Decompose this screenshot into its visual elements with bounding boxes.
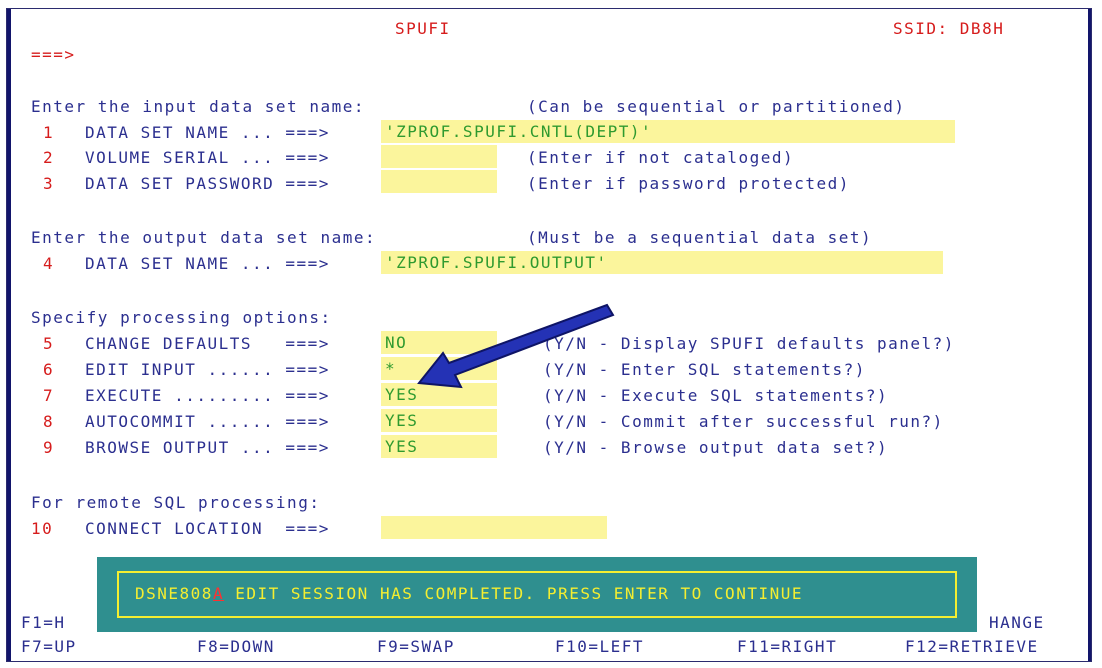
input-hint: (Can be sequential or partitioned) — [527, 97, 906, 116]
field-label-8: AUTOCOMMIT ...... ===> — [85, 412, 330, 431]
ssid-label: SSID: DB8H — [893, 19, 1005, 38]
edit-input-value: * — [385, 359, 397, 378]
field-label-1: DATA SET NAME ... ===> — [85, 123, 330, 142]
field-number-2: 2 — [43, 148, 55, 167]
pfkey-f9[interactable]: F9=SWAP — [377, 637, 455, 656]
field-label-7: EXECUTE ......... ===> — [85, 386, 330, 405]
remote-heading: For remote SQL processing: — [31, 493, 321, 512]
dataset-password-field[interactable] — [381, 170, 497, 193]
input-heading: Enter the input data set name: — [31, 97, 365, 116]
field-label-3: DATA SET PASSWORD ===> — [85, 174, 330, 193]
autocommit-field[interactable]: YES — [381, 409, 497, 432]
pfkey-f10[interactable]: F10=LEFT — [555, 637, 644, 656]
field-label-6: EDIT INPUT ...... ===> — [85, 360, 330, 379]
field-number-10: 10 — [31, 519, 54, 538]
message-frame: DSNE808A EDIT SESSION HAS COMPLETED. PRE… — [117, 571, 957, 618]
message-body: EDIT SESSION HAS COMPLETED. PRESS ENTER … — [224, 584, 803, 603]
pfkey-f8[interactable]: F8=DOWN — [197, 637, 275, 656]
field-note-3: (Enter if password protected) — [527, 174, 850, 193]
field-label-9: BROWSE OUTPUT ... ===> — [85, 438, 330, 457]
field-label-2: VOLUME SERIAL ... ===> — [85, 148, 330, 167]
field-number-9: 9 — [43, 438, 55, 457]
field-label-5: CHANGE DEFAULTS ===> — [85, 334, 330, 353]
message-id: DSNE808 — [135, 584, 213, 603]
input-dsname-field[interactable]: 'ZPROF.SPUFI.CNTL(DEPT)' — [381, 120, 955, 143]
browse-output-value: YES — [385, 437, 419, 456]
volume-serial-field[interactable] — [381, 145, 497, 168]
field-number-5: 5 — [43, 334, 55, 353]
output-dsname-value: 'ZPROF.SPUFI.OUTPUT' — [385, 253, 608, 272]
pfkey-f12[interactable]: F12=RETRIEVE — [905, 637, 1039, 656]
message-popup: DSNE808A EDIT SESSION HAS COMPLETED. PRE… — [97, 557, 977, 632]
options-heading: Specify processing options: — [31, 308, 332, 327]
spufi-screen: SPUFI SSID: DB8H ===> Enter the input da… — [6, 8, 1092, 662]
field-number-8: 8 — [43, 412, 55, 431]
browse-output-field[interactable]: YES — [381, 435, 497, 458]
connect-location-field[interactable] — [381, 516, 607, 539]
frame-right-border — [1088, 9, 1091, 661]
field-label-10: CONNECT LOCATION ===> — [85, 519, 330, 538]
field-number-7: 7 — [43, 386, 55, 405]
message-cursor: A — [212, 584, 225, 603]
field-number-6: 6 — [43, 360, 55, 379]
command-input[interactable] — [93, 42, 993, 64]
field-number-1: 1 — [43, 123, 55, 142]
pfkey-f1[interactable]: F1=H — [21, 613, 66, 632]
field-note-9: (Y/N - Browse output data set?) — [543, 438, 889, 457]
output-dsname-field[interactable]: 'ZPROF.SPUFI.OUTPUT' — [381, 251, 943, 274]
pfkey-f11[interactable]: F11=RIGHT — [737, 637, 837, 656]
field-number-3: 3 — [43, 174, 55, 193]
pfkey-f7[interactable]: F7=UP — [21, 637, 77, 656]
pointer-arrow-icon — [417, 303, 615, 389]
field-number-4: 4 — [43, 254, 55, 273]
field-label-4: DATA SET NAME ... ===> — [85, 254, 330, 273]
command-prompt: ===> — [31, 45, 76, 64]
output-heading: Enter the output data set name: — [31, 228, 377, 247]
message-text: DSNE808A EDIT SESSION HAS COMPLETED. PRE… — [135, 584, 803, 603]
frame-left-border — [7, 9, 11, 661]
field-note-8: (Y/N - Commit after successful run?) — [543, 412, 944, 431]
output-hint: (Must be a sequential data set) — [527, 228, 873, 247]
arrow-shape — [417, 303, 615, 389]
panel-title: SPUFI — [395, 19, 451, 38]
pfkey-change-fragment[interactable]: HANGE — [989, 613, 1045, 632]
change-defaults-value: NO — [385, 333, 408, 352]
field-note-2: (Enter if not cataloged) — [527, 148, 795, 167]
autocommit-value: YES — [385, 411, 419, 430]
input-dsname-value: 'ZPROF.SPUFI.CNTL(DEPT)' — [385, 122, 653, 141]
